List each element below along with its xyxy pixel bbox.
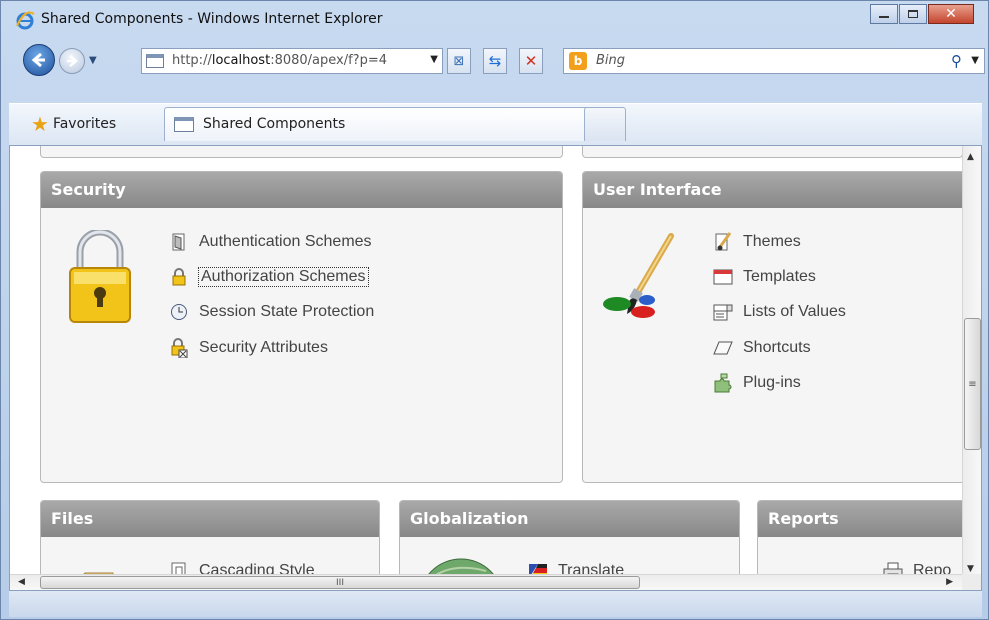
- ie-logo-icon: [16, 11, 35, 30]
- search-icon[interactable]: ⚲: [951, 52, 962, 70]
- address-url[interactable]: http://localhost:8080/apex/f?p=4: [172, 53, 424, 68]
- authorization-schemes-link[interactable]: Authorization Schemes: [169, 267, 369, 287]
- window-controls: ✕: [870, 4, 974, 24]
- title-bar: Shared Components - Windows Internet Exp…: [1, 1, 988, 39]
- favorites-button[interactable]: ★ Favorites: [31, 112, 116, 136]
- files-panel-title: Files: [41, 501, 379, 537]
- vertical-scroll-thumb[interactable]: ≡: [964, 318, 981, 450]
- status-bar: [9, 591, 982, 617]
- link-label: Lists of Values: [743, 303, 846, 320]
- search-box[interactable]: b Bing ⚲ ▼: [563, 48, 985, 74]
- link-label: Authorization Schemes: [198, 267, 369, 287]
- page-icon: [146, 54, 164, 68]
- link-label: Security Attributes: [199, 339, 328, 356]
- globalization-panel-title: Globalization: [400, 501, 739, 537]
- scroll-left-arrow-icon[interactable]: ◀: [18, 577, 25, 587]
- link-label: Themes: [743, 233, 801, 250]
- brush-icon: [713, 232, 733, 252]
- scrollbar-corner: [962, 574, 981, 590]
- maximize-icon: [908, 10, 918, 18]
- security-panel-title: Security: [41, 172, 562, 208]
- door-icon: [169, 232, 189, 252]
- horizontal-scrollbar[interactable]: ◀ III ▶: [10, 574, 963, 590]
- link-label: Session State Protection: [199, 303, 375, 320]
- user-interface-panel: User Interface Themes Templates Lists of…: [582, 171, 972, 483]
- page-viewport: Security Authentication Schemes Authoriz…: [9, 145, 982, 591]
- star-icon: ★: [31, 112, 49, 136]
- list-icon: [713, 302, 733, 322]
- security-panel: Security Authentication Schemes Authoriz…: [40, 171, 563, 483]
- search-placeholder: Bing: [596, 53, 626, 68]
- forward-arrow-icon: [67, 55, 78, 67]
- paintbrush-palette-icon: [603, 233, 674, 318]
- back-arrow-icon: [31, 52, 45, 68]
- back-button[interactable]: [23, 44, 55, 76]
- padlock-large-icon: [69, 230, 131, 323]
- vertical-scrollbar[interactable]: ▲ ≡ ▼: [962, 146, 981, 576]
- maximize-button[interactable]: [899, 4, 927, 24]
- window-title: Shared Components - Windows Internet Exp…: [41, 11, 383, 27]
- template-icon: [713, 267, 733, 287]
- search-provider-dropdown-icon[interactable]: ▼: [971, 55, 979, 66]
- scroll-down-arrow-icon[interactable]: ▼: [967, 564, 974, 574]
- panel-above-right: [582, 146, 963, 158]
- browser-window: Shared Components - Windows Internet Exp…: [0, 0, 989, 620]
- shortcut-icon: [713, 338, 733, 358]
- session-state-protection-link[interactable]: Session State Protection: [169, 302, 374, 322]
- panel-above-left: [40, 146, 563, 158]
- minimize-icon: [879, 16, 889, 18]
- close-button[interactable]: ✕: [928, 4, 974, 24]
- lock-attributes-icon: [169, 338, 189, 358]
- scroll-up-arrow-icon[interactable]: ▲: [967, 152, 974, 162]
- minimize-button[interactable]: [870, 4, 898, 24]
- authentication-schemes-link[interactable]: Authentication Schemes: [169, 232, 372, 252]
- url-prefix: http://: [172, 53, 212, 68]
- padlock-icon: [169, 267, 189, 287]
- refresh-icon: ⇆: [488, 52, 502, 70]
- address-dropdown-icon[interactable]: ▼: [430, 54, 438, 65]
- favorites-bar: ★ Favorites Shared Components: [9, 103, 982, 145]
- reports-panel-title: Reports: [758, 501, 971, 537]
- page-content: Security Authentication Schemes Authoriz…: [10, 146, 972, 590]
- close-icon: ✕: [945, 6, 957, 22]
- compatibility-icon: ⊠: [453, 53, 465, 69]
- link-label: Templates: [743, 268, 816, 285]
- lists-of-values-link[interactable]: Lists of Values: [713, 302, 846, 322]
- puzzle-icon: [713, 373, 733, 393]
- tab-label: Shared Components: [203, 116, 346, 132]
- themes-link[interactable]: Themes: [713, 232, 801, 252]
- favorites-label: Favorites: [52, 116, 117, 132]
- scroll-right-arrow-icon[interactable]: ▶: [946, 577, 953, 587]
- horizontal-scroll-thumb[interactable]: III: [40, 576, 640, 589]
- recent-pages-dropdown[interactable]: ▼: [89, 55, 97, 66]
- bing-logo-icon: b: [569, 52, 587, 70]
- plug-ins-link[interactable]: Plug-ins: [713, 373, 801, 393]
- page-icon: [174, 117, 194, 132]
- tab-shared-components[interactable]: Shared Components: [164, 107, 589, 141]
- security-attributes-link[interactable]: Security Attributes: [169, 338, 328, 358]
- link-label: Authentication Schemes: [199, 233, 372, 250]
- shortcuts-link[interactable]: Shortcuts: [713, 338, 811, 358]
- templates-link[interactable]: Templates: [713, 267, 816, 287]
- clock-icon: [169, 302, 189, 322]
- new-tab-button[interactable]: [584, 107, 626, 141]
- compatibility-view-button[interactable]: ⊠: [447, 48, 471, 74]
- url-host: localhost: [211, 53, 271, 68]
- navigation-bar: ▼ http://localhost:8080/apex/f?p=4 ▼ ⊠ ⇆…: [1, 41, 988, 103]
- stop-icon: ✕: [524, 52, 538, 70]
- link-label: Shortcuts: [743, 339, 811, 356]
- stop-button[interactable]: ✕: [519, 48, 543, 74]
- link-label: Plug-ins: [743, 374, 801, 391]
- url-path: :8080/apex/f?p=4: [270, 53, 387, 68]
- refresh-button[interactable]: ⇆: [483, 48, 507, 74]
- user-interface-panel-title: User Interface: [583, 172, 971, 208]
- forward-button[interactable]: [59, 48, 85, 74]
- address-bar[interactable]: http://localhost:8080/apex/f?p=4 ▼: [141, 48, 443, 74]
